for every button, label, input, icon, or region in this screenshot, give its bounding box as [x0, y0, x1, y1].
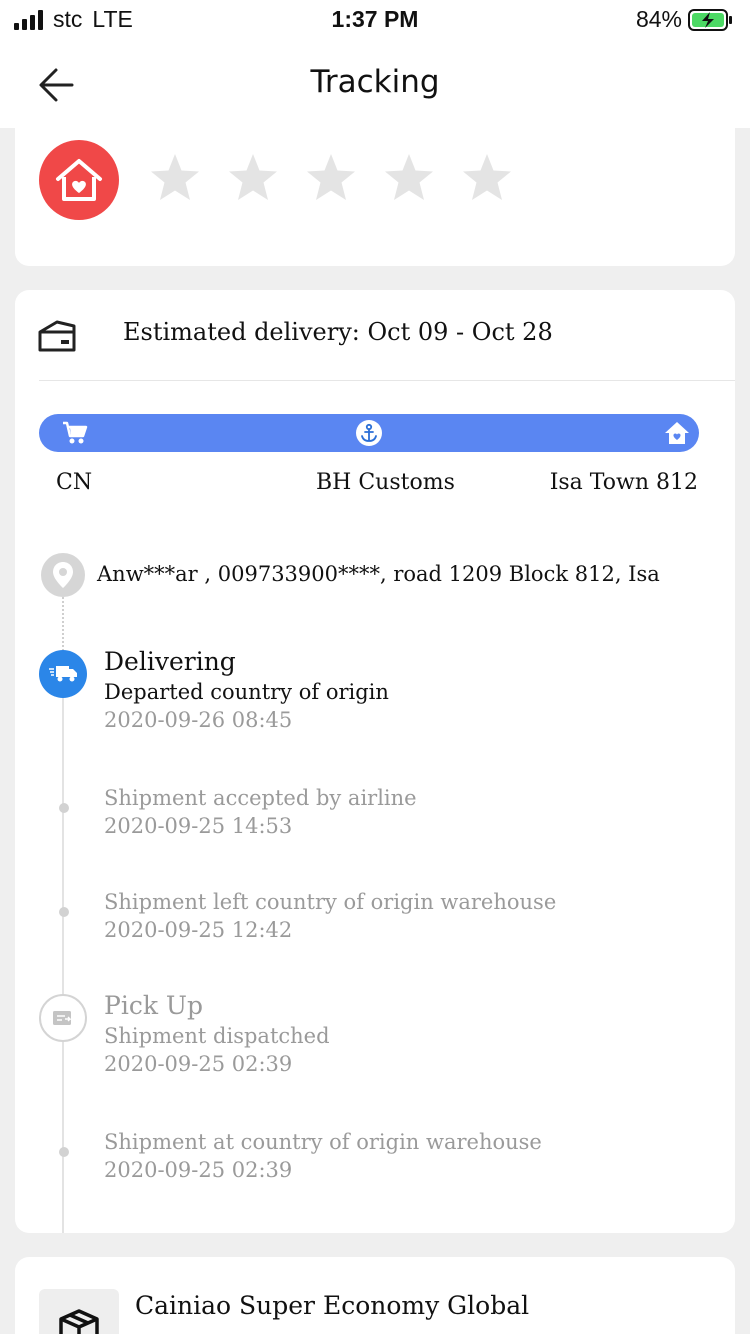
star-icon[interactable]: [381, 150, 437, 206]
star-rating[interactable]: [147, 150, 515, 206]
route-customs-label: BH Customs: [316, 470, 455, 495]
cart-icon: [61, 419, 89, 447]
route-progress-bar: [39, 414, 699, 452]
anchor-icon: [355, 419, 383, 447]
battery-percent: 84%: [635, 6, 682, 32]
route-destination-label: Isa Town 812: [549, 470, 698, 495]
location-pin-icon: [41, 553, 85, 597]
star-icon[interactable]: [459, 150, 515, 206]
delivery-box-icon: [38, 320, 76, 352]
home-icon: [663, 419, 691, 447]
divider: [39, 380, 735, 381]
delivery-truck-icon: [39, 650, 87, 698]
event-description: Departed country of origin: [104, 680, 389, 704]
star-icon[interactable]: [303, 150, 359, 206]
carrier-card[interactable]: Cainiao Super Economy Global: [15, 1257, 735, 1334]
tracking-card: Estimated delivery: Oct 09 - Oct 28 CN B…: [15, 290, 735, 1233]
event-time: 2020-09-25 12:42: [104, 918, 293, 942]
star-icon[interactable]: [225, 150, 281, 206]
tracking-event: Pick Up Shipment dispatched 2020-09-25 0…: [104, 990, 330, 1078]
status-bar: stc LTE 1:37 PM 84%: [0, 0, 750, 44]
event-time: 2020-09-26 08:45: [104, 708, 293, 732]
estimated-delivery-row: Estimated delivery: Oct 09 - Oct 28: [15, 290, 735, 380]
tracking-event: Delivering Departed country of origin 20…: [104, 646, 389, 734]
status-right: 84%: [636, 6, 734, 33]
delivery-address: Anw***ar , 009733900****, road 1209 Bloc…: [97, 562, 660, 586]
timeline-dot: [59, 1147, 69, 1157]
star-icon[interactable]: [147, 150, 203, 206]
timeline-dot: [59, 803, 69, 813]
estimated-delivery-text: Estimated delivery: Oct 09 - Oct 28: [123, 318, 553, 346]
page-title: Tracking: [310, 64, 440, 100]
event-description: Shipment left country of origin warehous…: [104, 890, 557, 914]
event-title: Delivering: [104, 647, 236, 676]
event-description: Shipment accepted by airline: [104, 786, 417, 810]
rating-card: [15, 128, 735, 266]
event-time: 2020-09-25 02:39: [104, 1158, 293, 1182]
event-time: 2020-09-25 14:53: [104, 814, 293, 838]
home-heart-icon: [39, 140, 119, 220]
event-description: Shipment dispatched: [104, 1024, 330, 1048]
event-title: Pick Up: [104, 991, 203, 1020]
tracking-event: Shipment at country of origin warehouse …: [104, 1128, 542, 1184]
carrier-name: Cainiao Super Economy Global: [135, 1291, 530, 1320]
tracking-event: Shipment left country of origin warehous…: [104, 888, 556, 944]
nav-header: Tracking: [0, 44, 750, 128]
timeline-dotted-line: [62, 597, 64, 655]
timeline-dot: [59, 907, 69, 917]
package-icon: [39, 1289, 119, 1334]
event-description: Shipment at country of origin warehouse: [104, 1130, 542, 1154]
route-labels: CN BH Customs Isa Town 812: [15, 470, 735, 500]
route-origin-label: CN: [56, 470, 93, 495]
battery-charging-icon: [688, 8, 732, 31]
pickup-icon: [39, 994, 87, 1042]
event-time: 2020-09-25 02:39: [104, 1052, 293, 1076]
tracking-event: Shipment accepted by airline 2020-09-25 …: [104, 784, 417, 840]
